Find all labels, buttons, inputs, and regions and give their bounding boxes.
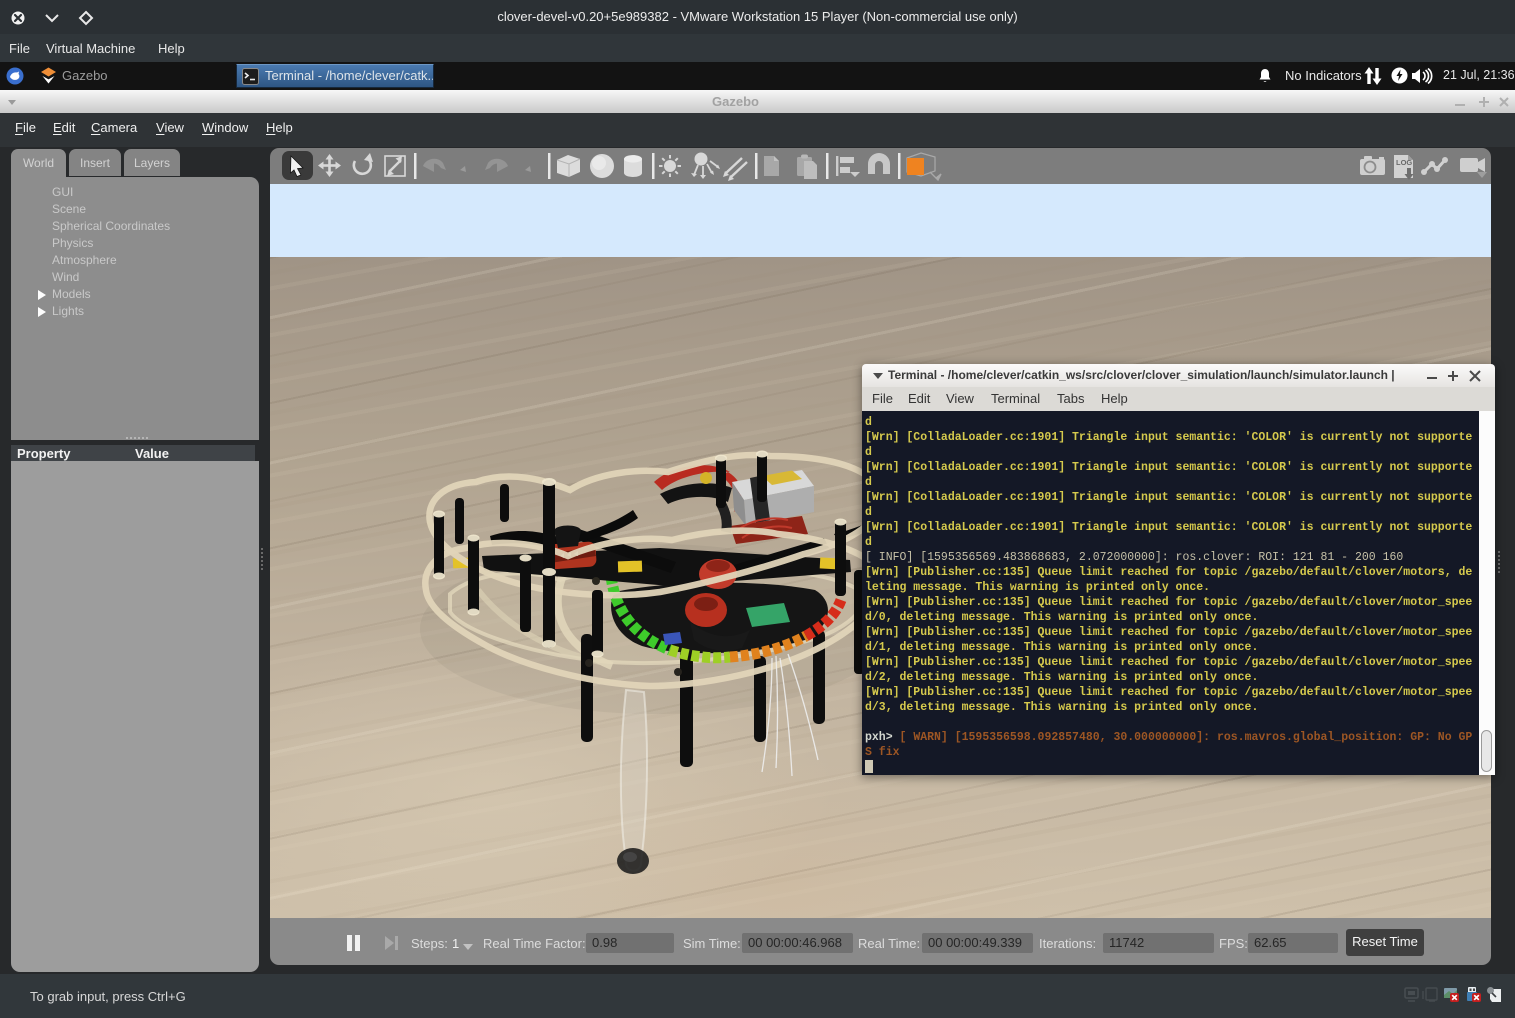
svg-text:LOG: LOG xyxy=(1396,158,1412,167)
